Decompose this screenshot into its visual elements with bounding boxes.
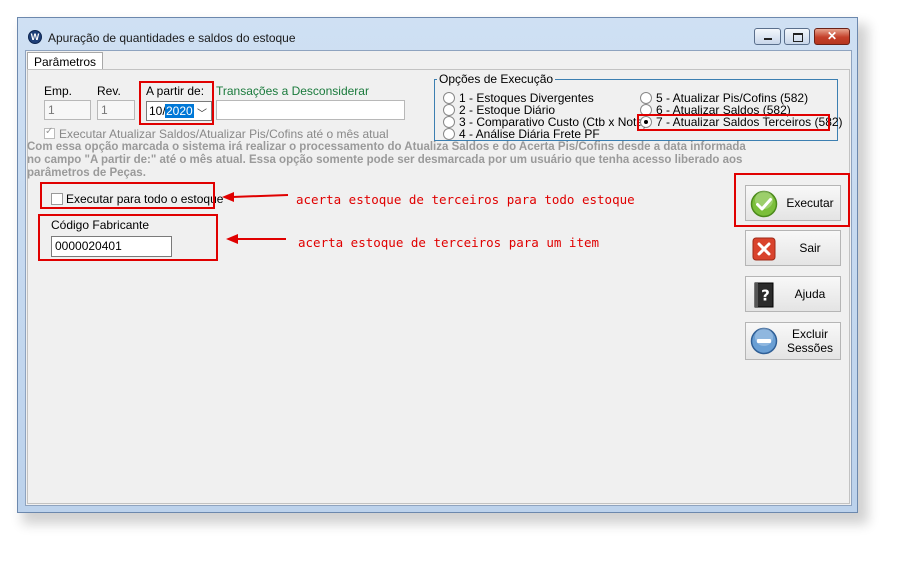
rev-label: Rev. xyxy=(97,84,121,98)
executar-atualizar-label: Executar Atualizar Saldos/Atualizar Pis/… xyxy=(59,127,389,141)
highlight-executar xyxy=(734,173,850,227)
radio-opcao-3[interactable] xyxy=(443,116,455,128)
radio-opcao-1[interactable] xyxy=(443,92,455,104)
ajuda-button[interactable]: ? Ajuda xyxy=(745,276,841,312)
highlight-a-partir xyxy=(139,81,214,125)
highlight-opcao-7 xyxy=(637,114,830,131)
tab-parametros[interactable]: Parâmetros xyxy=(27,52,104,70)
minimize-button[interactable] xyxy=(754,28,781,45)
close-icon xyxy=(752,237,776,261)
info-note: Com essa opção marcada o sistema irá rea… xyxy=(27,141,746,179)
title-bar: W Apuração de quantidades e saldos do es… xyxy=(18,18,857,50)
transacoes-field[interactable] xyxy=(216,100,405,120)
minimize-icon xyxy=(764,38,772,40)
vw-logo-icon: W xyxy=(28,30,42,44)
arrow-left-icon xyxy=(222,192,289,202)
close-button[interactable]: ✕ xyxy=(814,28,850,45)
emp-field[interactable]: 1 xyxy=(44,100,91,120)
arrow-left-icon xyxy=(226,234,286,244)
annotation-todo-estoque: acerta estoque de terceiros para todo es… xyxy=(296,192,635,207)
opcoes-title: Opções de Execução xyxy=(437,72,556,86)
sair-button[interactable]: Sair xyxy=(745,230,841,266)
radio-opcao-4[interactable] xyxy=(443,128,455,140)
help-book-icon: ? xyxy=(754,282,774,308)
rev-field[interactable]: 1 xyxy=(97,100,135,120)
excluir-sessoes-label: Excluir Sessões xyxy=(786,327,834,355)
emp-label: Emp. xyxy=(44,84,73,98)
close-icon: ✕ xyxy=(826,29,838,43)
highlight-todo-estoque xyxy=(40,182,215,209)
excluir-sessoes-button[interactable]: Excluir Sessões xyxy=(745,322,841,360)
sair-label: Sair xyxy=(799,241,821,255)
window-title: Apuração de quantidades e saldos do esto… xyxy=(48,31,296,45)
annotation-um-item: acerta estoque de terceiros para um item xyxy=(298,235,600,250)
svg-text:?: ? xyxy=(761,287,770,305)
transacoes-label: Transações a Desconsiderar xyxy=(216,84,369,98)
maximize-icon xyxy=(793,33,803,42)
radio-opcao-2[interactable] xyxy=(443,104,455,116)
highlight-codigo-fabricante xyxy=(38,214,218,261)
executar-atualizar-checkbox[interactable] xyxy=(44,126,55,139)
ajuda-label: Ajuda xyxy=(794,287,826,301)
minus-circle-icon xyxy=(750,327,778,355)
maximize-button[interactable] xyxy=(784,28,810,45)
radio-opcao-5[interactable] xyxy=(640,92,652,104)
opcao-4-label: 4 - Análise Diária Frete PF xyxy=(459,127,600,141)
